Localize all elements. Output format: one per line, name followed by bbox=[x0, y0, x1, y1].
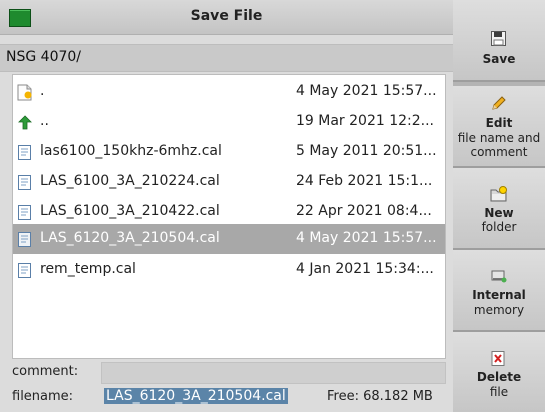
new-folder-button[interactable]: New folder bbox=[453, 168, 545, 250]
file-name: rem_temp.cal bbox=[40, 261, 136, 277]
file-date: 22 Apr 2021 08:4... bbox=[296, 203, 432, 219]
list-item-selected[interactable]: LAS_6120_3A_210504.cal 4 May 2021 15:57.… bbox=[13, 224, 445, 254]
file-date: 19 Mar 2021 12:2... bbox=[296, 113, 434, 129]
list-item[interactable]: las6100_150khz-6mhz.cal 5 May 2011 20:51… bbox=[13, 137, 445, 167]
new-folder-sublabel: folder bbox=[481, 220, 517, 234]
internal-sublabel: memory bbox=[473, 303, 525, 317]
file-icon bbox=[17, 174, 33, 191]
filename-input[interactable]: LAS_6120_3A_210504.cal bbox=[101, 386, 321, 408]
save-label: Save bbox=[482, 52, 516, 66]
delete-label: Delete bbox=[476, 370, 522, 384]
current-folder-icon bbox=[17, 84, 33, 101]
edit-button[interactable]: Edit file name and comment bbox=[453, 86, 545, 168]
edit-sublabel-line1: file name and bbox=[457, 131, 541, 145]
internal-drive-icon bbox=[490, 267, 507, 284]
free-space-readout: Free: 68.182 MB bbox=[327, 389, 433, 404]
path-bar: NSG 4070/ bbox=[0, 44, 453, 72]
edit-label: Edit bbox=[485, 116, 513, 130]
save-file-dialog: Save File NSG 4070/ . 4 May 2021 15:57..… bbox=[0, 0, 453, 412]
pencil-icon bbox=[490, 95, 507, 112]
edit-sublabel-line2: comment bbox=[470, 145, 528, 159]
list-item[interactable]: LAS_6100_3A_210422.cal 22 Apr 2021 08:4.… bbox=[13, 197, 445, 227]
parent-folder-icon bbox=[17, 114, 33, 131]
file-icon bbox=[17, 262, 33, 279]
dialog-title: Save File bbox=[190, 8, 263, 24]
file-date: 5 May 2011 20:51... bbox=[296, 143, 437, 159]
file-name: LAS_6100_3A_210422.cal bbox=[40, 203, 220, 219]
file-icon bbox=[17, 204, 33, 221]
list-item[interactable]: . 4 May 2021 15:57... bbox=[13, 77, 445, 107]
new-folder-icon bbox=[490, 186, 507, 203]
file-icon bbox=[17, 144, 33, 161]
internal-label: Internal bbox=[472, 288, 526, 302]
file-list[interactable]: . 4 May 2021 15:57... .. 19 Mar 2021 12:… bbox=[12, 74, 446, 359]
filename-value: LAS_6120_3A_210504.cal bbox=[104, 388, 288, 404]
list-item[interactable]: rem_temp.cal 4 Jan 2021 15:34:... bbox=[13, 255, 445, 285]
action-sidebar: Save Edit file name and comment New fold… bbox=[453, 0, 545, 412]
file-date: 4 May 2021 15:57... bbox=[296, 230, 437, 246]
floppy-disk-icon bbox=[490, 30, 507, 47]
delete-button[interactable]: Delete file bbox=[453, 332, 545, 412]
comment-label: comment: bbox=[12, 364, 79, 379]
comment-input[interactable] bbox=[101, 362, 446, 384]
file-name: LAS_6120_3A_210504.cal bbox=[40, 230, 220, 246]
list-item[interactable]: .. 19 Mar 2021 12:2... bbox=[13, 107, 445, 137]
file-name: .. bbox=[40, 113, 49, 129]
file-name: LAS_6100_3A_210224.cal bbox=[40, 173, 220, 189]
file-date: 24 Feb 2021 15:1... bbox=[296, 173, 433, 189]
file-name: . bbox=[40, 83, 45, 99]
delete-sublabel: file bbox=[489, 385, 509, 399]
save-button[interactable]: Save bbox=[453, 0, 545, 82]
file-date: 4 May 2021 15:57... bbox=[296, 83, 437, 99]
file-date: 4 Jan 2021 15:34:... bbox=[296, 261, 434, 277]
internal-memory-button[interactable]: Internal memory bbox=[453, 250, 545, 332]
filename-label: filename: bbox=[12, 389, 74, 404]
file-name: las6100_150khz-6mhz.cal bbox=[40, 143, 222, 159]
list-item[interactable]: LAS_6100_3A_210224.cal 24 Feb 2021 15:1.… bbox=[13, 167, 445, 197]
current-path: NSG 4070/ bbox=[6, 49, 82, 65]
title-bar: Save File bbox=[0, 0, 453, 35]
new-folder-label: New bbox=[484, 206, 514, 220]
file-icon bbox=[17, 231, 33, 248]
delete-file-icon bbox=[490, 350, 507, 367]
